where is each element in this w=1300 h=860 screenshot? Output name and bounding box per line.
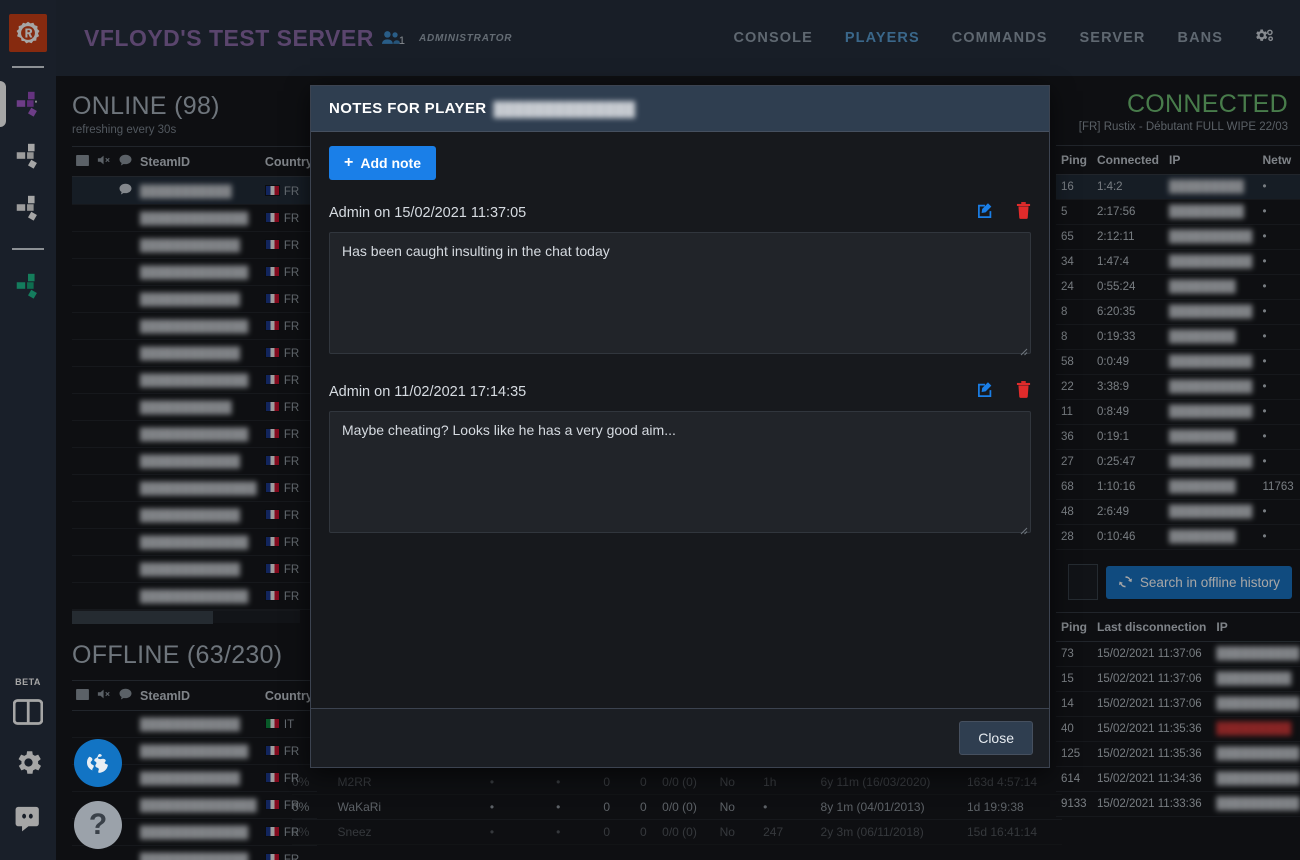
notes-modal: NOTES FOR PLAYER ██████████████ + Add no… (310, 85, 1050, 768)
note-textarea-wrap (329, 223, 1031, 359)
note-author-line: Admin on 11/02/2021 17:14:35 (329, 383, 527, 400)
modal-player-name: ██████████████ (493, 100, 636, 117)
close-button[interactable]: Close (959, 721, 1033, 755)
modal-title-prefix: NOTES FOR PLAYER (329, 100, 487, 117)
note-textarea[interactable] (329, 232, 1031, 354)
add-note-button[interactable]: + Add note (329, 146, 436, 180)
note-item: Admin on 11/02/2021 17:14:35 (329, 381, 1031, 538)
note-textarea-wrap (329, 402, 1031, 538)
app-root: BETA VFLOYD'S TEST SERVER 1 ADMINISTRATO… (0, 0, 1300, 860)
trash-icon[interactable] (1016, 202, 1031, 223)
modal-footer: Close (311, 708, 1049, 767)
modal-header: NOTES FOR PLAYER ██████████████ (311, 86, 1049, 132)
modal-body: + Add note Admin on 15/02/2021 11:37:05 (311, 132, 1049, 708)
globe-icon[interactable] (74, 739, 122, 787)
edit-icon[interactable] (977, 202, 994, 223)
help-icon[interactable]: ? (74, 801, 122, 849)
note-actions (977, 381, 1031, 402)
note-item: Admin on 15/02/2021 11:37:05 (329, 202, 1031, 359)
trash-icon[interactable] (1016, 381, 1031, 402)
help-label: ? (88, 808, 108, 841)
note-header: Admin on 15/02/2021 11:37:05 (329, 202, 1031, 223)
add-note-label: Add note (360, 155, 421, 171)
note-actions (977, 202, 1031, 223)
note-author-line: Admin on 15/02/2021 11:37:05 (329, 204, 527, 221)
note-header: Admin on 11/02/2021 17:14:35 (329, 381, 1031, 402)
edit-icon[interactable] (977, 381, 994, 402)
note-textarea[interactable] (329, 411, 1031, 533)
plus-icon: + (344, 154, 354, 171)
